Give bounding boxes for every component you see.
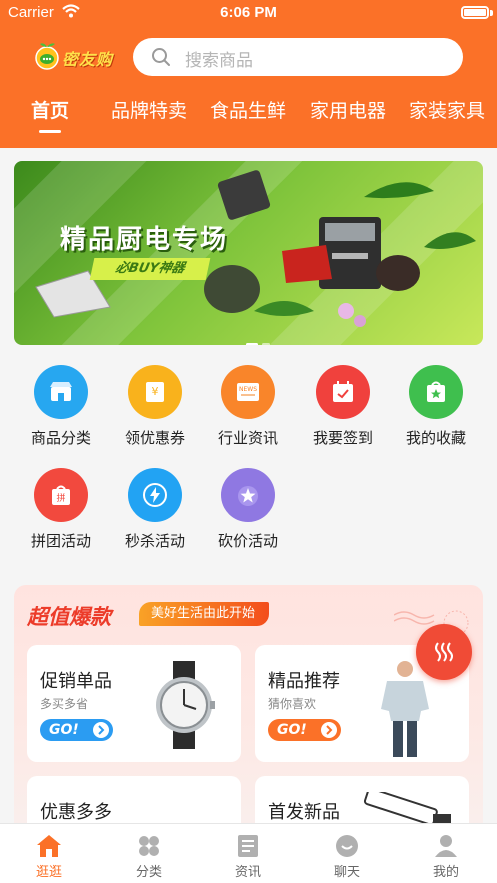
category-item-flash-sale[interactable]: 秒杀活动 (108, 468, 202, 551)
category-item-favorites[interactable]: 我的收藏 (389, 365, 483, 448)
nav-item-browse[interactable]: 逛逛 (9, 824, 89, 880)
banner-pagination (246, 331, 274, 345)
category-item-coupons[interactable]: ¥ 领优惠券 (108, 365, 202, 448)
go-button[interactable]: GO! (268, 719, 341, 741)
svg-text:NEWS: NEWS (239, 386, 257, 393)
chevron-right-icon (326, 725, 333, 735)
card-title: 精品推荐 (268, 671, 340, 692)
logo-text: 密友购 (62, 50, 114, 69)
news-doc-icon (238, 835, 258, 857)
nav-item-news[interactable]: 资讯 (208, 824, 288, 880)
card-title: 促销单品 (40, 671, 112, 692)
category-label: 领优惠券 (124, 429, 185, 447)
nav-label: 我的 (432, 865, 459, 880)
section-title: 超值爆款 (27, 605, 111, 629)
svg-text:拼: 拼 (56, 492, 65, 504)
coupon-icon: ¥ (146, 382, 164, 402)
svg-text:¥: ¥ (152, 385, 159, 398)
nav-label: 逛逛 (35, 865, 62, 880)
category-item-group-buy[interactable]: 拼 拼团活动 (14, 468, 108, 551)
search-placeholder: 搜索商品 (185, 51, 253, 71)
category-label: 商品分类 (30, 429, 91, 447)
store-icon (50, 382, 72, 401)
card-subtitle: 猜你喜欢 (268, 697, 317, 711)
tab-appliances[interactable]: 家用电器 (310, 96, 386, 123)
nav-label: 分类 (135, 865, 162, 880)
category-label: 秒杀活动 (124, 532, 185, 550)
category-tabs: 首页 品牌特卖 食品生鲜 家用电器 家装家具 (0, 92, 497, 138)
card-title: 首发新品 (268, 802, 340, 823)
banner-title: 精品厨电专场 (60, 225, 229, 255)
news-icon: NEWS (237, 383, 259, 401)
tab-home[interactable]: 首页 (31, 96, 69, 123)
go-button[interactable]: GO! (40, 719, 113, 741)
nav-item-categories[interactable]: 分类 (109, 824, 189, 880)
tab-fresh-food[interactable]: 食品生鲜 (210, 96, 286, 123)
promo-banner[interactable]: 精品厨电专场 必BUY神器 (14, 161, 483, 345)
chat-icon (336, 835, 358, 857)
section-tagline: 美好生活由此开始 (139, 602, 270, 626)
status-bar: Carrier 6:06 PM (0, 0, 497, 26)
category-grid-icon (139, 836, 159, 856)
category-item-industry-news[interactable]: NEWS 行业资讯 (201, 365, 295, 448)
battery-icon (461, 6, 489, 19)
nav-label: 资讯 (234, 865, 261, 880)
orange-logo-icon (35, 43, 59, 70)
home-icon (37, 835, 61, 857)
promo-card-sale-items[interactable]: 促销单品 多买多省 GO! (27, 645, 241, 762)
app-logo[interactable]: 密友购 (34, 42, 120, 72)
app-header: Carrier 6:06 PM 密友购 搜索商品 首页 品牌特卖 食品生鲜 家用… (0, 0, 497, 148)
nav-label: 聊天 (333, 865, 360, 880)
bottom-navigation: 逛逛 分类 资讯 聊天 我的 (0, 823, 497, 883)
banner-subtitle: 必BUY神器 (89, 258, 211, 280)
category-label: 砍价活动 (217, 532, 278, 550)
active-tab-indicator (39, 130, 61, 133)
flame-stripes-icon (435, 642, 453, 662)
nav-item-profile[interactable]: 我的 (406, 824, 486, 880)
chevron-right-icon (98, 725, 105, 735)
clock: 6:06 PM (220, 4, 277, 21)
floating-action-button[interactable] (416, 624, 472, 680)
category-grid: 商品分类 ¥ 领优惠券 NEWS 行业资讯 我要签到 我的收藏 拼 拼团活动 秒 (0, 355, 497, 565)
favorite-bag-icon (427, 381, 445, 402)
search-input[interactable]: 搜索商品 (133, 38, 463, 76)
nav-item-chat[interactable]: 聊天 (307, 824, 387, 880)
battery-tip (490, 10, 493, 16)
category-item-sign-in[interactable]: 我要签到 (296, 365, 390, 448)
calendar-check-icon (333, 381, 353, 402)
watch-image (156, 661, 215, 749)
category-item-product-categories[interactable]: 商品分类 (14, 365, 108, 448)
category-label: 拼团活动 (30, 532, 91, 550)
category-label: 我要签到 (312, 429, 373, 447)
group-bag-icon: 拼 (52, 485, 70, 505)
card-title: 优惠多多 (40, 802, 112, 823)
card-subtitle: 多买多省 (40, 697, 89, 711)
flash-sale-icon (143, 483, 167, 507)
category-item-bargain[interactable]: 砍价活动 (201, 468, 295, 551)
medal-star-icon (238, 486, 258, 506)
tab-furniture[interactable]: 家装家具 (409, 96, 485, 123)
tab-brand-sale[interactable]: 品牌特卖 (111, 96, 187, 123)
category-label: 我的收藏 (405, 429, 466, 447)
category-label: 行业资讯 (217, 429, 278, 447)
search-icon (152, 48, 170, 66)
profile-icon (435, 835, 457, 857)
